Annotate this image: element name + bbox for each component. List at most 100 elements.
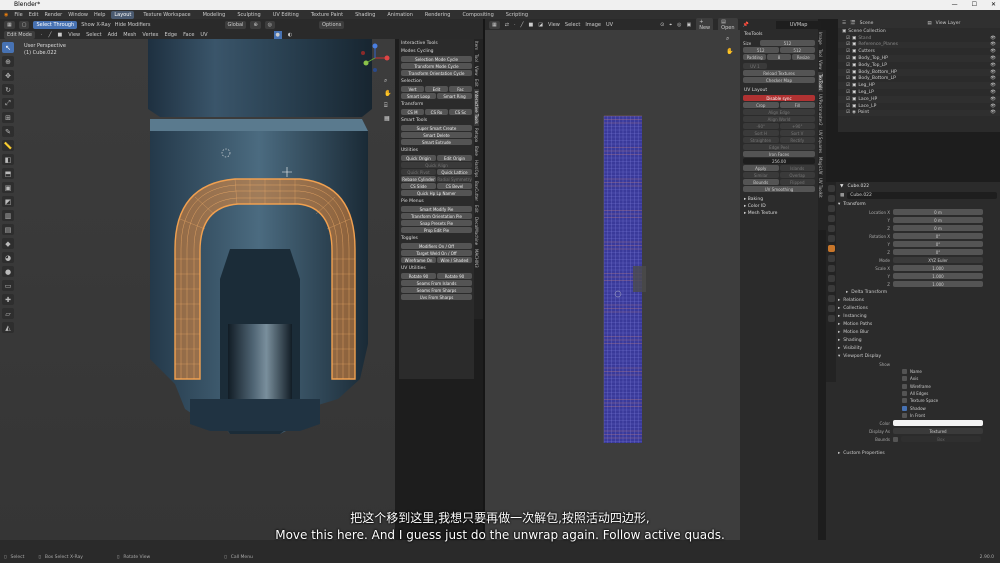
panel-header[interactable]: ▸ Shading: [826, 336, 1000, 344]
include-checkbox-icon[interactable]: ☑: [846, 104, 850, 109]
workspace-tab-uv-editing[interactable]: UV Editing: [270, 11, 302, 19]
tool-button[interactable]: Uvs From Sharps: [401, 294, 472, 300]
outliner-item[interactable]: ☑ ▣ Stand 👁: [838, 35, 1000, 42]
checkbox[interactable]: [902, 383, 907, 389]
render-tab-icon[interactable]: [827, 195, 835, 202]
grid-icon[interactable]: ▦: [384, 115, 391, 122]
tab-edit-2[interactable]: Edit: [474, 203, 479, 215]
tool-button[interactable]: Vert: [401, 86, 424, 92]
outliner-item[interactable]: ☑ ▣ Body_Bottom_HP 👁: [838, 68, 1000, 76]
material-tab-icon[interactable]: [827, 305, 835, 312]
menu-file[interactable]: File: [14, 12, 22, 18]
tab-interactive-tools[interactable]: Interactive Tools: [474, 89, 479, 126]
face-select-icon[interactable]: ■: [58, 32, 63, 38]
outliner-item[interactable]: ☑ ▣ Leg_HP 👁: [838, 82, 1000, 90]
tool-button[interactable]: Quick Align: [401, 162, 472, 168]
scene-tab-icon[interactable]: [827, 225, 835, 232]
panel-header[interactable]: ▾ Viewport Display: [826, 352, 1000, 360]
include-checkbox-icon[interactable]: ☑: [846, 76, 850, 81]
knife-tool-icon[interactable]: ▤: [2, 224, 14, 235]
move-tool-icon[interactable]: ✥: [2, 70, 14, 81]
visibility-eye-icon[interactable]: 👁: [990, 90, 996, 95]
uv-tab-image[interactable]: Image: [818, 30, 823, 47]
include-checkbox-icon[interactable]: ☑: [846, 97, 850, 102]
tool-button[interactable]: Rotate 90: [401, 273, 436, 279]
outliner-item[interactable]: ☑ ▣ Cutters 👁: [838, 48, 1000, 55]
workspace-tab-compositing[interactable]: Compositing: [459, 11, 496, 19]
show-xray-toggle[interactable]: Show X-Ray: [81, 22, 110, 28]
tab-decalmachine[interactable]: DecalMachine: [474, 215, 479, 247]
cursor-tool-icon[interactable]: ⊕: [2, 56, 14, 67]
panel-header[interactable]: ▸ Relations: [826, 296, 1000, 304]
uv-editor-canvas[interactable]: ⌕ ✋: [485, 30, 740, 540]
tool-button[interactable]: CS Ro: [425, 109, 448, 115]
align-world-button[interactable]: Align World: [743, 116, 815, 122]
tool-button[interactable]: Smart Delete: [401, 132, 472, 138]
menu-view[interactable]: View: [68, 32, 80, 38]
tool-button[interactable]: CS M: [401, 109, 424, 115]
rotate-tool-icon[interactable]: ↻: [2, 84, 14, 95]
uv-vertex-icon[interactable]: ·: [514, 22, 516, 28]
iron-faces-button[interactable]: Iron Faces: [743, 151, 815, 157]
outliner-item[interactable]: ☑ ▣ Body_Bottom_LP 👁: [838, 76, 1000, 83]
uv-pan-icon[interactable]: ✋: [726, 48, 733, 55]
constraints-tab-icon[interactable]: [827, 285, 835, 292]
visibility-eye-icon[interactable]: 👁: [990, 110, 996, 115]
visibility-eye-icon[interactable]: 👁: [990, 76, 996, 81]
menu-vertex[interactable]: Vertex: [142, 32, 158, 38]
menu-render[interactable]: Render: [44, 12, 62, 18]
object-tab-icon[interactable]: [827, 245, 835, 252]
location-x-field[interactable]: 0 m: [893, 209, 983, 215]
select-bounds-button[interactable]: Bounds: [743, 179, 779, 185]
uv-sync-icon[interactable]: ⇄: [505, 22, 509, 28]
reload-textures-button[interactable]: Reload Textures: [743, 70, 815, 76]
include-checkbox-icon[interactable]: ☑: [846, 110, 850, 115]
islands-dropdown[interactable]: Islands: [779, 165, 815, 171]
workspace-tab-sculpting[interactable]: Sculpting: [234, 11, 263, 19]
scale-z-field[interactable]: 1.000: [893, 281, 983, 287]
tool-button[interactable]: Seams From Sharps: [401, 287, 472, 293]
workspace-tab-rendering[interactable]: Rendering: [422, 11, 454, 19]
outliner-item[interactable]: ☑ ▣ Lace_HP 👁: [838, 95, 1000, 103]
tool-button[interactable]: Radial Symmetry: [437, 176, 472, 182]
uv-proportional-icon[interactable]: ◎: [677, 22, 681, 28]
tool-button[interactable]: Smart Modify Pie: [401, 206, 472, 212]
uv-tab-view[interactable]: View: [818, 58, 823, 72]
blender-logo-icon[interactable]: ◉: [4, 12, 8, 18]
size-x-field[interactable]: 512: [743, 47, 779, 53]
tool-button[interactable]: Edit Origin: [437, 155, 472, 161]
delta-transform-header[interactable]: ▸ Delta Transform: [826, 288, 1000, 296]
zoom-icon[interactable]: ⌕: [384, 77, 391, 85]
tool-button[interactable]: Snap Presets Pie: [401, 220, 472, 226]
tool-button[interactable]: Rotate 90: [437, 273, 472, 279]
poly-build-tool-icon[interactable]: ◆: [2, 238, 14, 249]
data-tab-icon[interactable]: [827, 295, 835, 302]
menu-mesh[interactable]: Mesh: [123, 32, 136, 38]
transform-panel-header[interactable]: ▾ Transform: [826, 200, 1000, 208]
texture-tab-icon[interactable]: [827, 315, 835, 322]
snap-icon[interactable]: ⊕: [250, 20, 261, 29]
world-tab-icon[interactable]: [827, 235, 835, 242]
straighten-button[interactable]: Straighten: [743, 137, 779, 143]
disable-sync-button[interactable]: Disable sync: [743, 95, 815, 101]
include-checkbox-icon[interactable]: ☑: [846, 49, 850, 54]
panel-header[interactable]: ▸ Motion Blur: [826, 328, 1000, 336]
scale-tool-icon[interactable]: ⤢: [2, 98, 14, 109]
bounds-checkbox[interactable]: [893, 436, 898, 442]
menu-select[interactable]: Select: [86, 32, 101, 38]
tool-button[interactable]: Wireframe On: [401, 257, 436, 263]
padding-number-field[interactable]: 256.00: [743, 158, 815, 164]
bounds-type-dropdown[interactable]: Box: [901, 436, 981, 443]
checkbox[interactable]: [902, 391, 907, 397]
show-option[interactable]: Axis: [826, 375, 1000, 382]
visibility-eye-icon[interactable]: 👁: [990, 83, 996, 88]
tool-button[interactable]: Quick Pivot: [401, 169, 436, 175]
include-checkbox-icon[interactable]: ☑: [846, 42, 850, 47]
tab-tool[interactable]: Tool: [474, 52, 479, 64]
tool-button[interactable]: Transform Orientation Pie: [401, 213, 472, 219]
physics-tab-icon[interactable]: [827, 275, 835, 282]
scale-x-field[interactable]: 1.000: [893, 265, 983, 271]
visibility-eye-icon[interactable]: 👁: [990, 104, 996, 109]
outliner-item[interactable]: ☑ ▣ Body_Top_LP 👁: [838, 62, 1000, 69]
tab-bake[interactable]: Bake: [474, 144, 479, 158]
